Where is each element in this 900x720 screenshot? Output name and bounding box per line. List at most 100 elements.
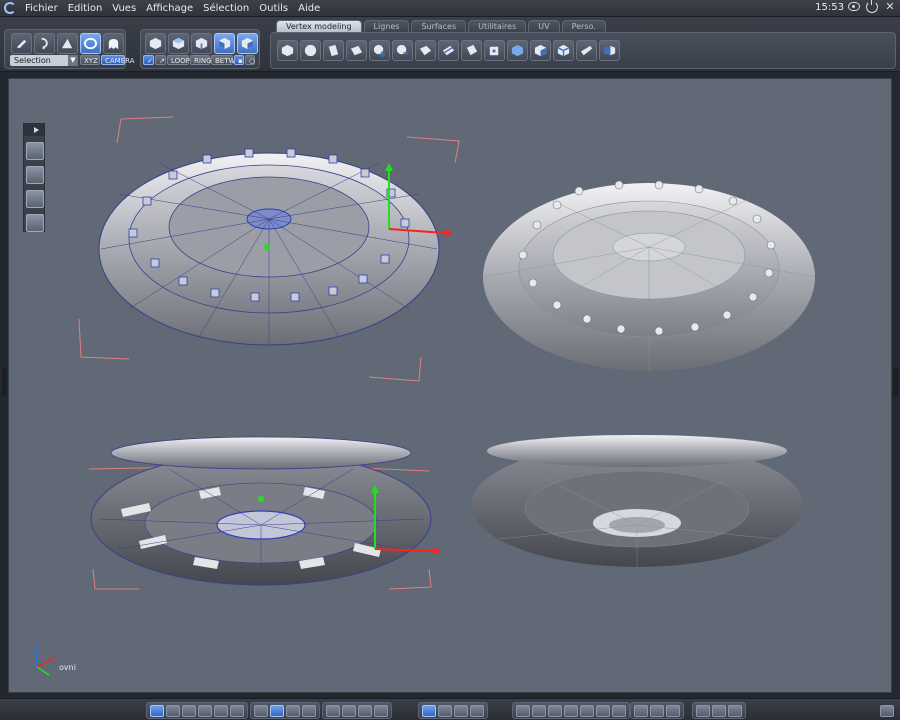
object-box-button[interactable] [666, 704, 680, 717]
saucer-bottom-shaded[interactable] [471, 435, 803, 567]
display-list-button[interactable] [254, 704, 268, 717]
tab-vertex-modeling[interactable]: Vertex modeling [276, 20, 362, 32]
paint-select-button[interactable] [34, 33, 55, 54]
3d-viewport[interactable]: ovni [8, 78, 892, 693]
saucer-top-shaded[interactable] [482, 180, 816, 371]
close-icon[interactable]: ✕ [884, 1, 896, 13]
select-invert-button[interactable]: ▪ [234, 55, 244, 65]
face-mode-button[interactable] [214, 33, 235, 54]
tool-plane-button[interactable] [323, 40, 344, 61]
select-add-button[interactable]: ✓ [143, 55, 154, 65]
tool-subdivide-button[interactable] [553, 40, 574, 61]
tab-uv[interactable]: UV [528, 20, 560, 32]
tool-cut-button[interactable] [438, 40, 459, 61]
saucer-top-wireframe[interactable] [78, 116, 460, 382]
vertex-mode-button[interactable] [168, 33, 189, 54]
mixed-mode-button[interactable] [237, 33, 258, 54]
rotate-tool-button[interactable] [454, 704, 468, 717]
render-texture-button[interactable] [596, 704, 610, 717]
side-tool-face[interactable] [26, 166, 44, 184]
object-flat-button[interactable] [634, 704, 648, 717]
left-edge-handle[interactable] [2, 368, 7, 396]
scissors-tool-button[interactable] [438, 704, 452, 717]
tool-bridge-button[interactable] [415, 40, 436, 61]
saucer-bottom-wireframe[interactable] [88, 436, 441, 590]
render-gouraud-button[interactable] [580, 704, 594, 717]
tool-smooth-button[interactable] [530, 40, 551, 61]
select-grow-button[interactable]: ↗ [155, 55, 166, 65]
cube-icon [149, 37, 162, 50]
side-tool-pin[interactable] [26, 214, 44, 232]
select-clear-button[interactable]: ○ [245, 55, 255, 65]
camera-button[interactable]: CAMERA [101, 55, 135, 65]
vertex-modeling-tools-panel [270, 32, 896, 69]
axis-gizmo [36, 645, 56, 676]
fit-view-button[interactable] [326, 704, 340, 717]
circle-select-button[interactable] [80, 33, 101, 54]
zoom-view-button[interactable] [358, 704, 372, 717]
ring-button[interactable]: RING [190, 55, 212, 65]
tool-mirror-button[interactable] [599, 40, 620, 61]
face-select-button[interactable] [57, 33, 78, 54]
tool-split-button[interactable] [507, 40, 528, 61]
selection-mode-dropdown[interactable]: Selection ▼ [10, 55, 78, 66]
display-columns-button[interactable] [302, 704, 316, 717]
object-round-button[interactable] [650, 704, 664, 717]
xyz-button[interactable]: XYZ [80, 55, 100, 65]
tool-extrude-button[interactable] [346, 40, 367, 61]
app-logo-icon[interactable] [4, 2, 16, 14]
tab-perso[interactable]: Perso. [561, 20, 606, 32]
scene-objects-button[interactable] [712, 704, 726, 717]
power-icon[interactable] [866, 0, 878, 13]
expand-bottom-button[interactable] [880, 705, 894, 717]
tool-knife-button[interactable] [576, 40, 597, 61]
menu-selection[interactable]: Sélection [198, 3, 254, 14]
object-mode-button[interactable] [145, 33, 166, 54]
tool-sphere-button[interactable] [300, 40, 321, 61]
display-grid-button[interactable] [270, 704, 284, 717]
tool-weld-button[interactable] [461, 40, 482, 61]
layout-split-button[interactable] [214, 704, 228, 717]
eye-icon[interactable] [848, 2, 860, 11]
render-wire-button[interactable] [516, 704, 530, 717]
ghost-select-button[interactable] [103, 33, 124, 54]
menu-fichier[interactable]: Fichier [20, 3, 63, 14]
tool-add-point-button[interactable] [369, 40, 390, 61]
tab-utilitaires[interactable]: Utilitaires [468, 20, 527, 32]
layout-grid-button[interactable] [230, 704, 244, 717]
layout-four-button[interactable] [198, 704, 212, 717]
palette-expand-button[interactable] [24, 124, 44, 136]
render-material-button[interactable] [612, 704, 626, 717]
layout-single-button[interactable] [150, 704, 164, 717]
layout-two-button[interactable] [166, 704, 180, 717]
tab-surfaces[interactable]: Surfaces [411, 20, 467, 32]
menu-vues[interactable]: Vues [107, 3, 141, 14]
tool-cube-button[interactable] [277, 40, 298, 61]
menu-edition[interactable]: Edition [63, 3, 108, 14]
render-flat-button[interactable] [548, 704, 562, 717]
extrude-icon [350, 45, 363, 56]
eye-view-button[interactable] [374, 704, 388, 717]
side-tool-cube[interactable] [26, 190, 44, 208]
layout-three-button[interactable] [182, 704, 196, 717]
down-tool-button[interactable] [470, 704, 484, 717]
pan-view-button[interactable] [342, 704, 356, 717]
right-edge-handle[interactable] [893, 368, 898, 396]
scene-panels-button[interactable] [728, 704, 742, 717]
lasso-select-button[interactable] [11, 33, 32, 54]
menu-affichage[interactable]: Affichage [141, 3, 198, 14]
menu-outils[interactable]: Outils [254, 3, 293, 14]
tool-inset-button[interactable] [484, 40, 505, 61]
menu-aide[interactable]: Aide [293, 3, 325, 14]
render-smooth-button[interactable] [564, 704, 578, 717]
tool-bevel-button[interactable] [392, 40, 413, 61]
between-button[interactable]: BETW [211, 55, 235, 65]
loop-button[interactable]: LOOP [167, 55, 190, 65]
scene-cube-button[interactable] [696, 704, 710, 717]
render-wire-shaded-button[interactable] [532, 704, 546, 717]
move-tool-button[interactable] [422, 704, 436, 717]
side-tool-plane[interactable] [26, 142, 44, 160]
edge-mode-button[interactable] [191, 33, 212, 54]
display-tiles-button[interactable] [286, 704, 300, 717]
tab-lignes[interactable]: Lignes [363, 20, 410, 32]
